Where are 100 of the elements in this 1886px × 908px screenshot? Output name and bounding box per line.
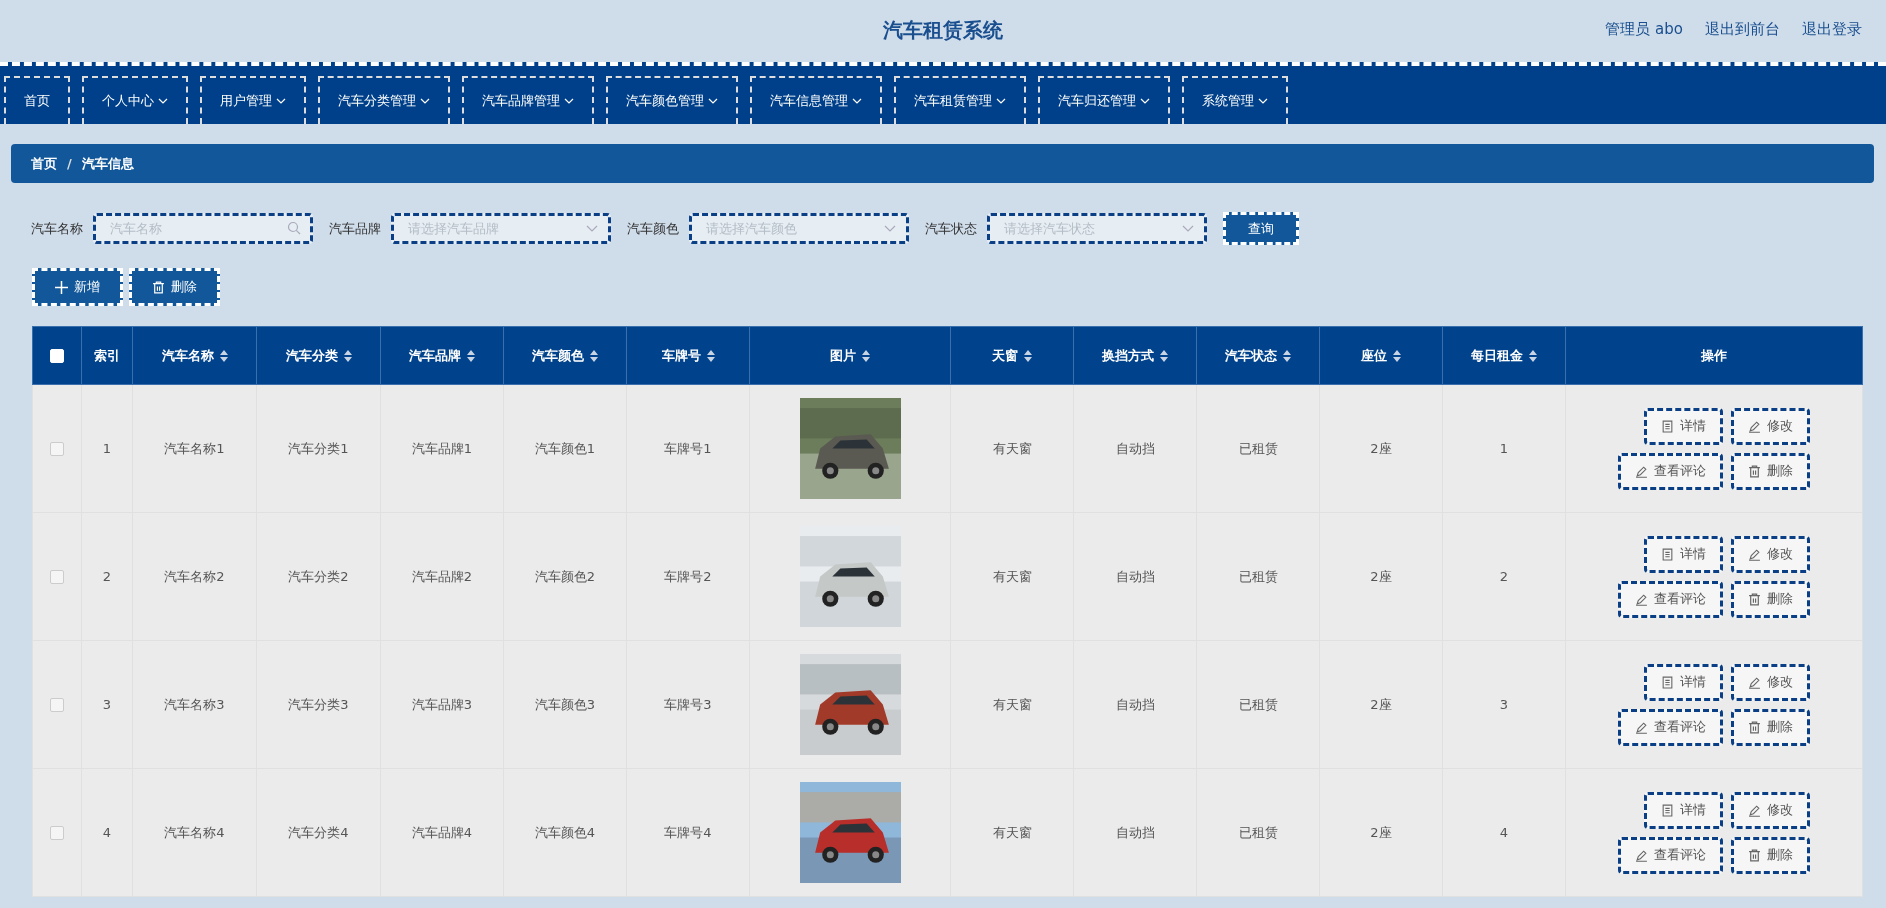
column-header[interactable]: 座位 [1361,346,1401,365]
nav-tab[interactable]: 用户管理 [200,76,306,124]
table-cell: 2座 [1370,568,1392,584]
edit-button[interactable]: 修改 [1731,663,1810,701]
detail-button[interactable]: 详情 [1644,407,1723,445]
detail-button[interactable]: 详情 [1644,535,1723,573]
sort-icon [343,349,352,362]
row-checkbox[interactable] [50,826,64,841]
breadcrumb-separator: / [67,156,72,171]
table-cell: 4 [1499,825,1509,840]
document-icon [1661,803,1674,817]
sort-icon [706,349,715,362]
pencil-icon [1748,547,1761,561]
trash-icon [1748,720,1761,734]
column-header[interactable]: 汽车品牌 [409,346,475,365]
edit-button[interactable]: 查看评论 [1618,836,1723,874]
column-header[interactable]: 每日租金 [1471,346,1537,365]
index-cell: 3 [102,697,112,712]
table-cell: 2座 [1370,696,1392,712]
table-cell: 汽车颜色1 [534,440,596,456]
search-button[interactable]: 查询 [1223,212,1299,245]
column-header[interactable]: 车牌号 [661,346,715,365]
header-link[interactable]: 管理员 abo [1605,20,1683,39]
column-header[interactable]: 换挡方式 [1102,346,1168,365]
document-icon [1661,547,1674,561]
row-checkbox[interactable] [50,570,64,585]
table-cell: 汽车颜色3 [534,696,596,712]
column-header[interactable]: 天窗 [992,346,1032,365]
edit-button[interactable]: 修改 [1731,407,1810,445]
pencil-icon [1748,803,1761,817]
table-cell: 已租赁 [1238,568,1278,584]
sort-icon [219,349,228,362]
caret-icon [276,96,286,106]
select-all-checkbox[interactable] [50,349,64,364]
edit-button[interactable]: 修改 [1731,791,1810,829]
table-cell: 汽车品牌4 [411,824,473,840]
breadcrumb-item[interactable]: 首页 [31,154,57,173]
delete-button[interactable]: 删除 [1731,452,1810,490]
sort-icon [1529,349,1537,362]
table-cell: 有天窗 [992,824,1032,840]
column-header[interactable]: 汽车分类 [285,346,352,365]
table-cell: 汽车名称4 [164,824,225,840]
table-cell: 汽车分类1 [288,440,349,456]
edit-button[interactable]: 查看评论 [1618,452,1723,490]
caret-icon [1140,96,1150,106]
table-cell: 有天窗 [992,568,1032,584]
nav-tab[interactable]: 汽车信息管理 [750,76,882,124]
table-cell: 有天窗 [992,696,1032,712]
column-header[interactable]: 图片 [830,346,870,365]
add-button[interactable]: 新增 [32,268,123,306]
document-icon [1661,419,1674,433]
sort-icon [467,349,475,362]
breadcrumb-item[interactable]: 汽车信息 [81,154,134,173]
table-cell: 车牌号2 [664,568,712,584]
edit-button[interactable]: 查看评论 [1618,580,1723,618]
table-cell: 汽车名称2 [164,568,225,584]
index-cell: 4 [102,825,112,840]
table-cell: 汽车颜色4 [534,824,596,840]
table-cell: 自动挡 [1115,824,1155,840]
column-header[interactable]: 汽车状态 [1225,346,1291,365]
delete-button[interactable]: 删除 [129,268,220,306]
table-cell: 车牌号4 [664,824,712,840]
nav-tab[interactable]: 个人中心 [82,76,188,124]
nav-tab[interactable]: 汽车租赁管理 [894,76,1026,124]
nav-tab[interactable]: 首页 [4,76,70,124]
caret-icon [158,96,168,106]
header-link[interactable]: 退出到前台 [1705,20,1780,39]
table-cell: 汽车分类2 [288,568,349,584]
column-header[interactable]: 汽车名称 [161,346,228,365]
sort-icon [1283,349,1291,362]
table-cell: 自动挡 [1115,568,1155,584]
table-cell: 车牌号1 [664,440,712,456]
caret-icon [852,96,862,106]
nav-tab[interactable]: 汽车品牌管理 [462,76,594,124]
index-cell: 1 [102,441,112,456]
header-link[interactable]: 退出登录 [1802,20,1862,39]
field-label: 汽车名称 [31,219,83,238]
edit-button[interactable]: 查看评论 [1618,708,1723,746]
delete-button[interactable]: 删除 [1731,836,1810,874]
delete-button[interactable]: 删除 [1731,708,1810,746]
nav-tab[interactable]: 汽车归还管理 [1038,76,1170,124]
table-cell: 2座 [1370,440,1392,456]
trash-icon [1748,464,1761,478]
nav-tab[interactable]: 汽车分类管理 [318,76,450,124]
pencil-icon [1635,720,1648,734]
delete-button[interactable]: 删除 [1731,580,1810,618]
field-label: 汽车品牌 [329,219,381,238]
table-cell: 车牌号3 [664,696,712,712]
field-label: 汽车状态 [925,219,977,238]
row-checkbox[interactable] [50,442,64,457]
detail-button[interactable]: 详情 [1644,791,1723,829]
edit-button[interactable]: 修改 [1731,535,1810,573]
table-cell: 已租赁 [1238,696,1278,712]
row-checkbox[interactable] [50,698,64,713]
nav-tab[interactable]: 汽车颜色管理 [606,76,738,124]
nav-tab[interactable]: 系统管理 [1182,76,1288,124]
table-cell: 汽车品牌3 [411,696,473,712]
column-header[interactable]: 汽车颜色 [532,346,598,365]
document-icon [1661,675,1674,689]
detail-button[interactable]: 详情 [1644,663,1723,701]
